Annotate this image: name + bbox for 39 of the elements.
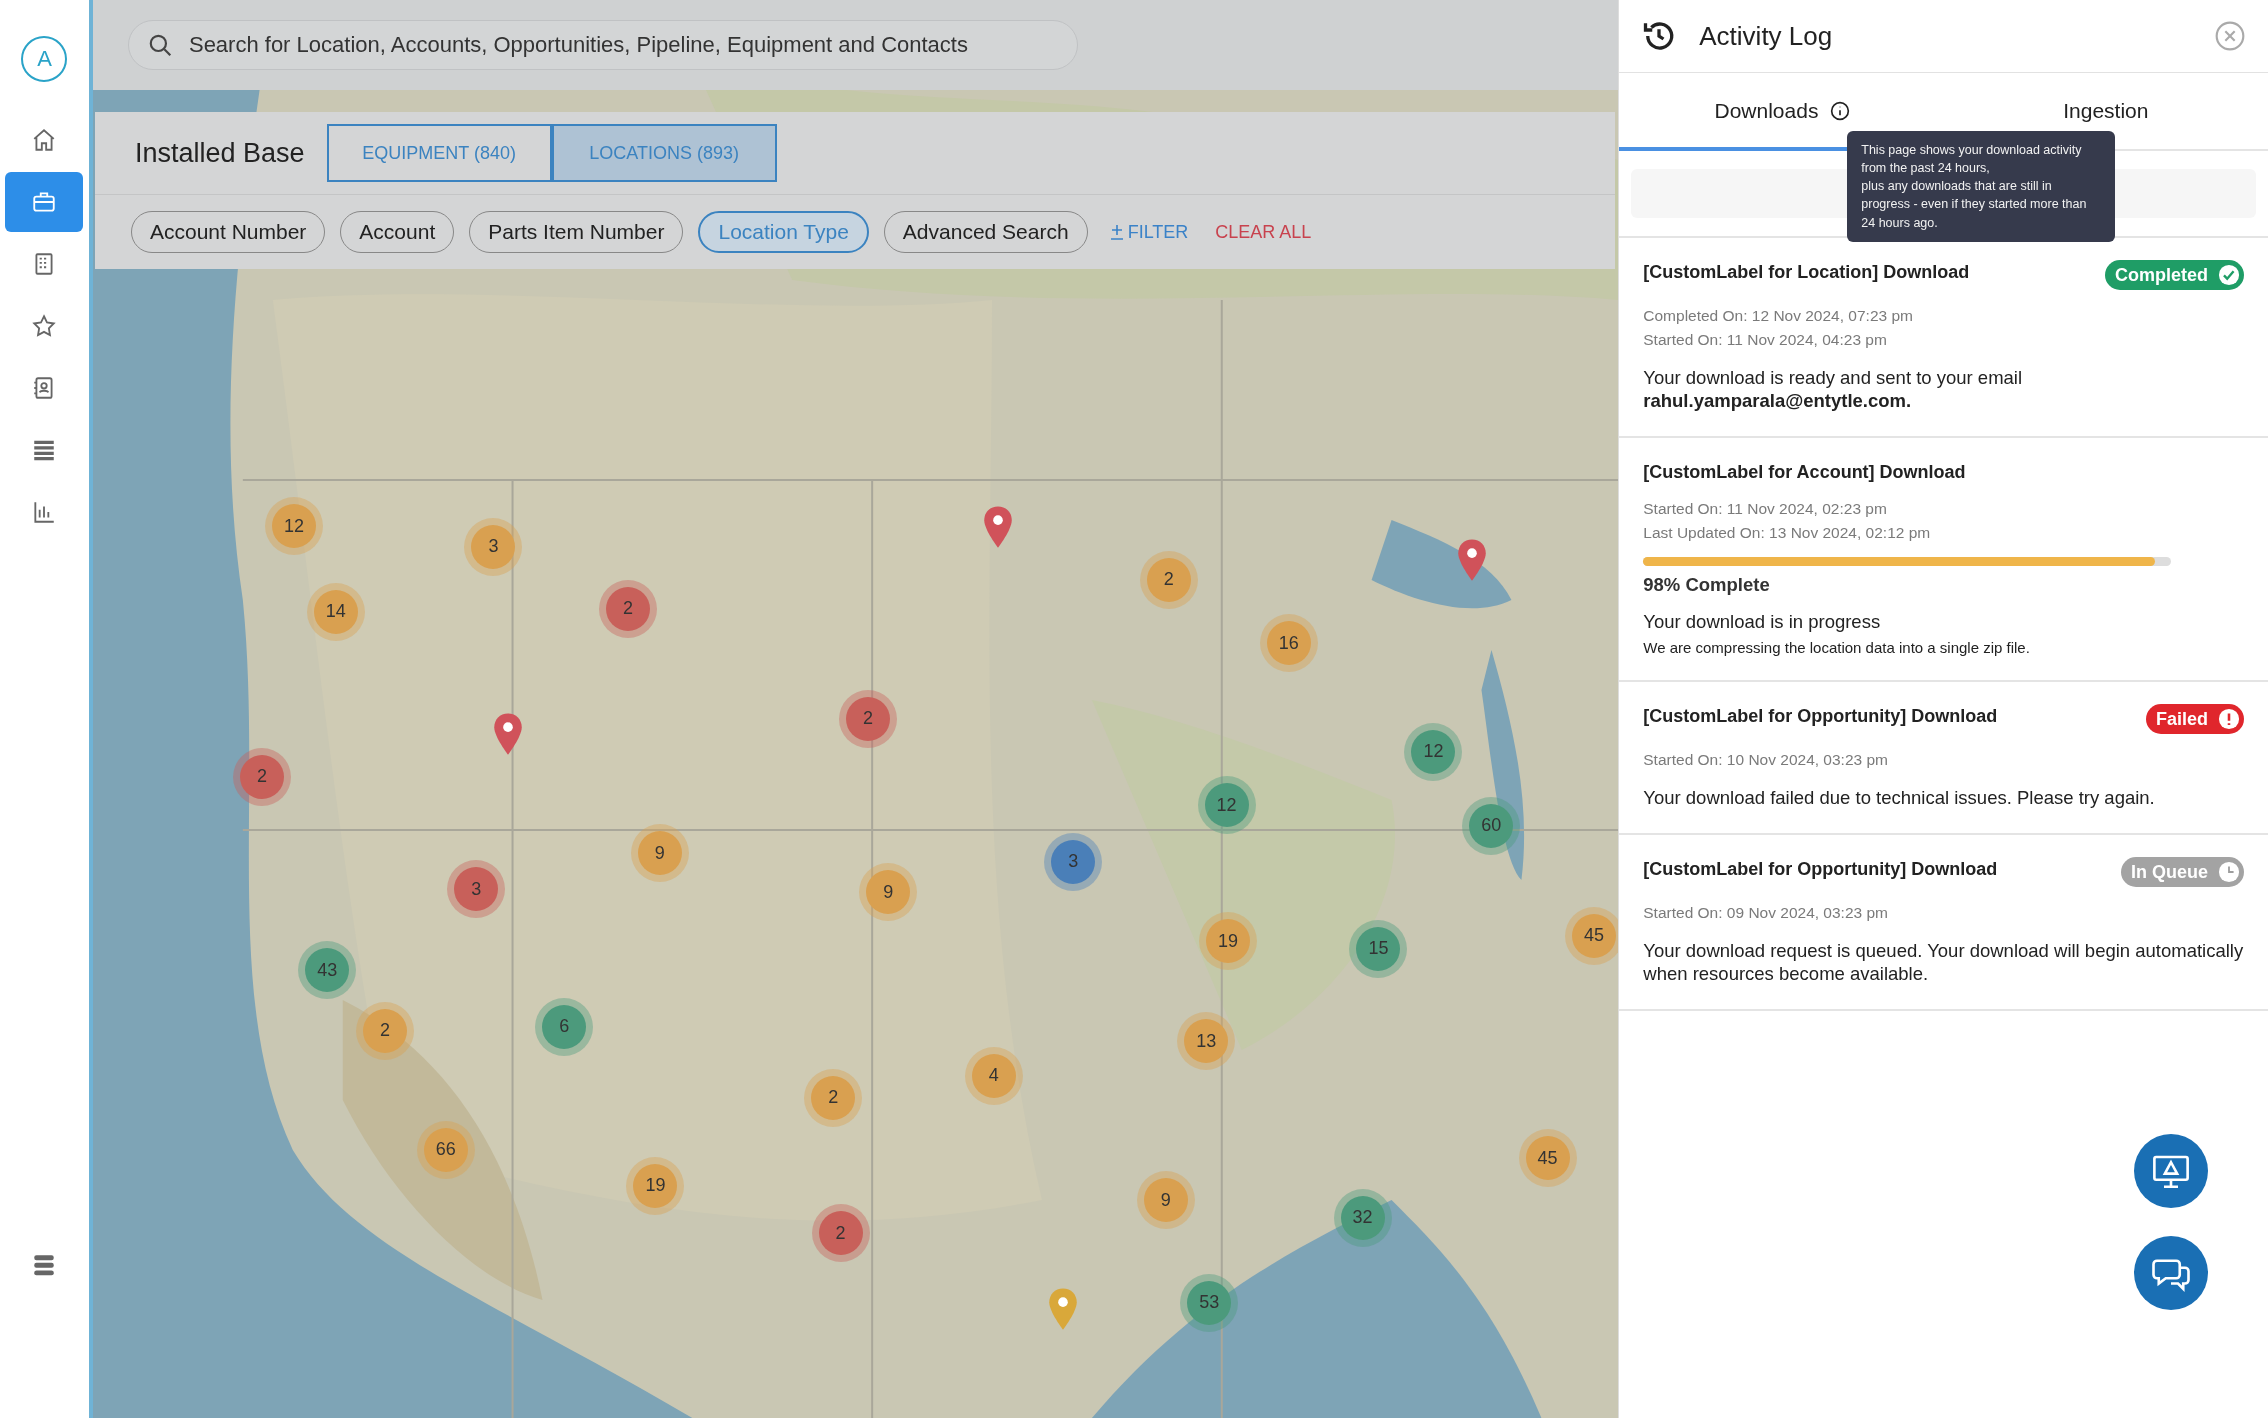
panel-title: Activity Log: [1699, 20, 1834, 52]
section-title: Installed Base: [134, 137, 305, 169]
exclamation-icon: [2218, 708, 2240, 730]
download-title: [CustomLabel for Opportunity] Download: [1643, 706, 1998, 727]
email-address: rahul.yamparala@entytle.com.: [1643, 389, 1913, 412]
download-title: [CustomLabel for Location] Download: [1643, 262, 1970, 283]
panel-tab[interactable]: Ingestion: [2061, 95, 2151, 127]
status-message: Your download request is queued. Your download will begin automatically when resources become available.: [1643, 939, 2244, 985]
add-filter-button[interactable]: FILTER: [1102, 221, 1195, 243]
timestamp: Started On: 10 Nov 2024, 03:23 pm: [1643, 750, 1889, 770]
status-note: We are compressing the location data into a single zip file.: [1643, 639, 2031, 656]
clear-all-button[interactable]: CLEAR ALL: [1209, 221, 1318, 243]
star-icon: [31, 313, 58, 339]
check-icon: [2218, 264, 2240, 286]
panel-tab[interactable]: Downloads: [1712, 95, 1821, 127]
timestamp: Last Updated On: 13 Nov 2024, 02:12 pm: [1643, 523, 1932, 543]
plus-icon: [1108, 223, 1125, 241]
view-tab[interactable]: EQUIPMENT (840): [326, 124, 552, 182]
status-message: Your download failed due to technical issues. Please try again.: [1643, 786, 2156, 809]
progress-label: 98% Complete: [1643, 574, 1771, 596]
nav-item[interactable]: [5, 172, 84, 232]
timestamp: Started On: 09 Nov 2024, 03:23 pm: [1643, 903, 1889, 923]
timestamp: Started On: 11 Nov 2024, 04:23 pm: [1643, 330, 1888, 350]
download-title: [CustomLabel for Opportunity] Download: [1643, 859, 1998, 880]
download-title: [CustomLabel for Account] Download: [1643, 462, 1966, 483]
status-message: Your download is in progress: [1643, 610, 1882, 633]
timestamp: Started On: 11 Nov 2024, 02:23 pm: [1643, 499, 1888, 519]
search-field[interactable]: Search for Location, Accounts, Opportunities, Pipeline, Equipment and Contacts: [127, 20, 1078, 70]
status-message: Your download is ready and sent to your email: [1643, 366, 2024, 389]
tooltip: This page shows your download activity from the past 24 hours, plus any downloads that are still in progress - even if they started more than 24 hours ago.: [1847, 131, 2116, 242]
status-badge: Failed: [2146, 704, 2244, 734]
status-badge: Completed: [2105, 260, 2244, 290]
timestamp: Completed On: 12 Nov 2024, 07:23 pm: [1643, 306, 1914, 326]
info-icon[interactable]: [1830, 101, 1851, 121]
avatar[interactable]: A: [21, 36, 68, 82]
close-icon[interactable]: [2214, 20, 2246, 52]
briefcase-icon: [31, 189, 58, 215]
clock-icon: [2218, 861, 2240, 883]
status-badge: In Queue: [2121, 857, 2244, 887]
